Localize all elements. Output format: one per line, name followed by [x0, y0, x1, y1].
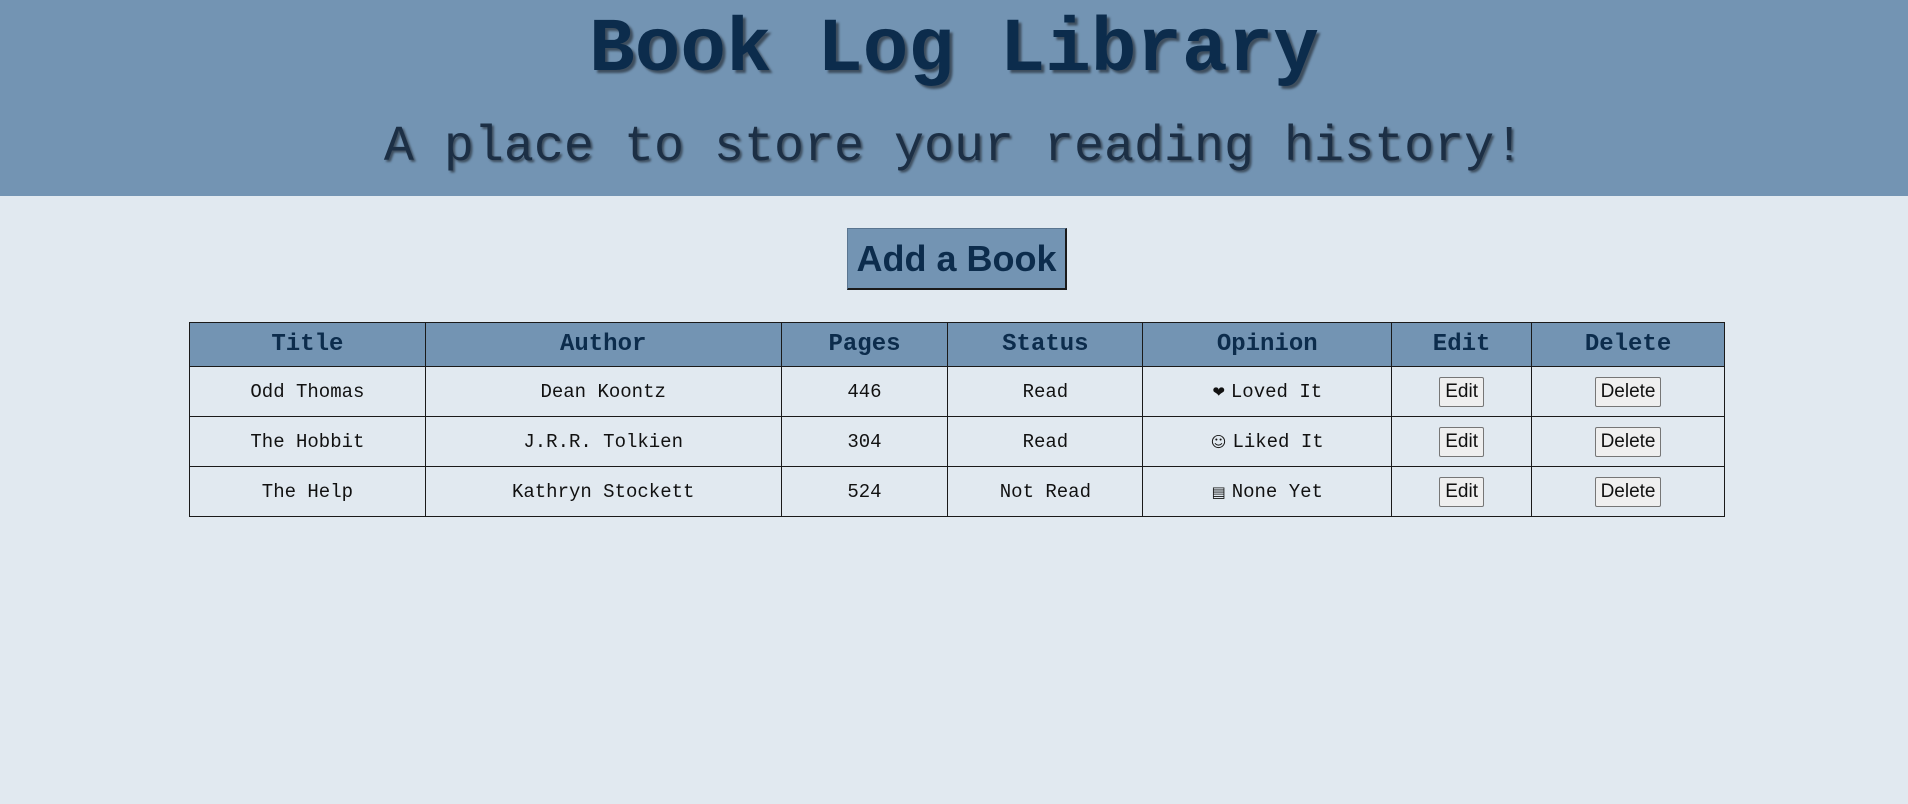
book-status-cell: Not Read: [947, 466, 1144, 517]
opinion-label: None Yet: [1231, 480, 1323, 503]
delete-cell: Delete: [1531, 366, 1725, 417]
delete-button[interactable]: Delete: [1594, 476, 1662, 507]
smiley-face-icon: ☺: [1210, 432, 1227, 451]
edit-cell: Edit: [1391, 416, 1533, 467]
edit-cell: Edit: [1391, 466, 1533, 517]
delete-cell: Delete: [1531, 416, 1725, 467]
book-table: Title Author Pages Status Opinion Edit D…: [189, 322, 1725, 517]
page-subtitle: A place to store your reading history!: [383, 119, 1525, 176]
table-row: The Hobbit J.R.R. Tolkien 304 Read ☺ Like…: [189, 416, 1725, 467]
book-opinion-cell: ▤ None Yet: [1142, 466, 1393, 517]
delete-cell: Delete: [1531, 466, 1725, 517]
book-opinion-cell: ❤ Loved It: [1142, 366, 1393, 417]
delete-button[interactable]: Delete: [1594, 426, 1662, 457]
edit-button[interactable]: Edit: [1439, 376, 1484, 407]
table-row: The Help Kathryn Stockett 524 Not Read ▤…: [189, 466, 1725, 517]
heart-icon: ❤: [1212, 382, 1225, 401]
column-header-edit: Edit: [1391, 322, 1533, 367]
book-pages-cell: 524: [780, 466, 949, 517]
column-header-opinion: Opinion: [1142, 322, 1393, 367]
book-status-cell: Read: [947, 366, 1144, 417]
column-header-pages: Pages: [780, 322, 949, 367]
column-header-status: Status: [947, 322, 1144, 367]
column-header-delete: Delete: [1531, 322, 1725, 367]
table-header-row: Title Author Pages Status Opinion Edit D…: [189, 322, 1725, 367]
page-header: Book Log Library A place to store your r…: [0, 0, 1908, 196]
book-status-cell: Read: [947, 416, 1144, 467]
page-title: Book Log Library: [589, 7, 1319, 93]
edit-cell: Edit: [1391, 366, 1533, 417]
book-title-cell: The Hobbit: [189, 416, 426, 467]
column-header-title: Title: [189, 322, 426, 367]
edit-button[interactable]: Edit: [1439, 476, 1484, 507]
edit-button[interactable]: Edit: [1439, 426, 1484, 457]
book-title-cell: The Help: [189, 466, 426, 517]
table-row: Odd Thomas Dean Koontz 446 Read ❤ Loved I…: [189, 366, 1725, 417]
book-author-cell: Dean Koontz: [424, 366, 782, 417]
opinion-label: Loved It: [1230, 380, 1323, 403]
column-header-author: Author: [424, 322, 782, 367]
book-author-cell: J.R.R. Tolkien: [424, 416, 782, 467]
delete-button[interactable]: Delete: [1594, 376, 1662, 407]
books-icon: ▤: [1211, 482, 1226, 501]
book-opinion-cell: ☺ Liked It: [1142, 416, 1393, 467]
book-pages-cell: 446: [780, 366, 949, 417]
add-book-button[interactable]: Add a Book: [847, 228, 1067, 290]
book-author-cell: Kathryn Stockett: [424, 466, 782, 517]
book-pages-cell: 304: [780, 416, 949, 467]
book-title-cell: Odd Thomas: [189, 366, 426, 417]
opinion-label: Liked It: [1232, 430, 1324, 453]
